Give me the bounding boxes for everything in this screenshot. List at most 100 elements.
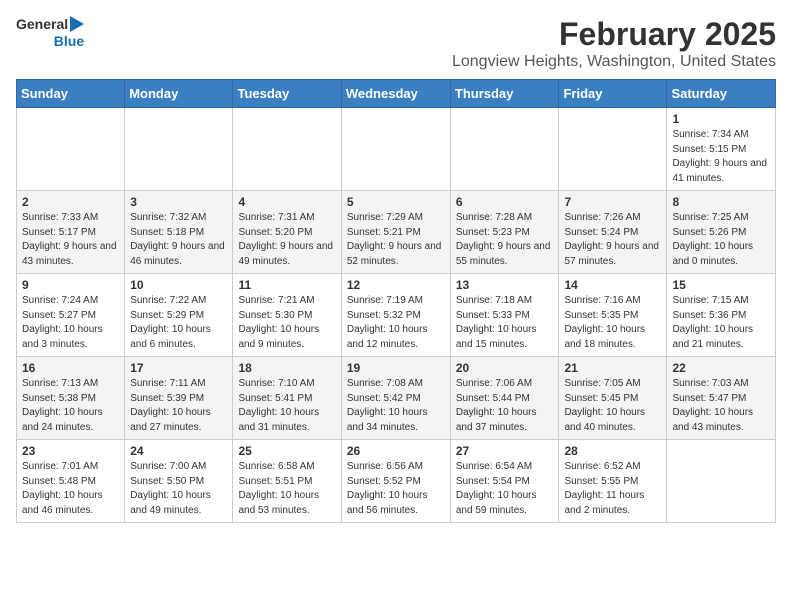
calendar-cell: 9 Sunrise: 7:24 AM Sunset: 5:27 PM Daylig… [17,274,125,357]
day-info: Sunrise: 7:22 AM Sunset: 5:29 PM Dayligh… [130,294,227,352]
calendar-cell: 10 Sunrise: 7:22 AM Sunset: 5:29 PM Dayli… [125,274,233,357]
calendar-cell: 18 Sunrise: 7:10 AM Sunset: 5:41 PM Dayli… [233,357,341,440]
day-info: Sunrise: 7:24 AM Sunset: 5:27 PM Dayligh… [22,294,119,352]
day-info: Sunrise: 6:56 AM Sunset: 5:52 PM Dayligh… [347,460,445,518]
weekday-header-thursday: Thursday [450,80,559,108]
calendar-week-row: 16 Sunrise: 7:13 AM Sunset: 5:38 PM Dayli… [17,357,776,440]
day-info: Sunrise: 7:06 AM Sunset: 5:44 PM Dayligh… [456,377,554,435]
day-number: 26 [347,444,445,458]
calendar-cell: 17Sunrise: 7:11 AM Sunset: 5:39 PM Dayli… [125,357,233,440]
day-info: Sunrise: 7:15 AM Sunset: 5:36 PM Dayligh… [672,294,770,352]
day-info: Sunrise: 7:19 AM Sunset: 5:32 PM Dayligh… [347,294,445,352]
weekday-header-monday: Monday [125,80,233,108]
calendar-week-row: 2 Sunrise: 7:33 AM Sunset: 5:17 PM Daylig… [17,191,776,274]
day-number: 18 [238,361,335,375]
day-info: Sunrise: 7:29 AM Sunset: 5:21 PM Dayligh… [347,211,445,269]
day-number: 21 [564,361,661,375]
day-number: 6 [456,195,554,209]
weekday-header-friday: Friday [559,80,667,108]
calendar-cell: 19 Sunrise: 7:08 AM Sunset: 5:42 PM Dayli… [341,357,450,440]
calendar-cell [17,108,125,191]
day-number: 11 [238,278,335,292]
day-number: 28 [564,444,661,458]
day-number: 19 [347,361,445,375]
logo-text-general: General [16,16,68,33]
day-info: Sunrise: 7:01 AM Sunset: 5:48 PM Dayligh… [22,460,119,518]
calendar-cell: 4 Sunrise: 7:31 AM Sunset: 5:20 PM Daylig… [233,191,341,274]
calendar-cell: 7 Sunrise: 7:26 AM Sunset: 5:24 PM Daylig… [559,191,667,274]
day-info: Sunrise: 6:58 AM Sunset: 5:51 PM Dayligh… [238,460,335,518]
location-subtitle: Longview Heights, Washington, United Sta… [452,53,776,71]
day-info: Sunrise: 7:00 AM Sunset: 5:50 PM Dayligh… [130,460,227,518]
calendar-cell: 2 Sunrise: 7:33 AM Sunset: 5:17 PM Daylig… [17,191,125,274]
day-info: Sunrise: 7:26 AM Sunset: 5:24 PM Dayligh… [564,211,661,269]
day-info: Sunrise: 7:33 AM Sunset: 5:17 PM Dayligh… [22,211,119,269]
day-info: Sunrise: 7:05 AM Sunset: 5:45 PM Dayligh… [564,377,661,435]
calendar-table: SundayMondayTuesdayWednesdayThursdayFrid… [16,79,776,523]
day-number: 12 [347,278,445,292]
day-info: Sunrise: 7:34 AM Sunset: 5:15 PM Dayligh… [672,128,770,186]
calendar-cell: 12 Sunrise: 7:19 AM Sunset: 5:32 PM Dayli… [341,274,450,357]
calendar-cell: 14Sunrise: 7:16 AM Sunset: 5:35 PM Dayli… [559,274,667,357]
weekday-header-tuesday: Tuesday [233,80,341,108]
calendar-cell: 15 Sunrise: 7:15 AM Sunset: 5:36 PM Dayli… [667,274,776,357]
calendar-cell [667,440,776,523]
calendar-cell: 13Sunrise: 7:18 AM Sunset: 5:33 PM Dayli… [450,274,559,357]
calendar-cell: 21 Sunrise: 7:05 AM Sunset: 5:45 PM Dayli… [559,357,667,440]
calendar-cell: 16 Sunrise: 7:13 AM Sunset: 5:38 PM Dayli… [17,357,125,440]
day-info: Sunrise: 7:28 AM Sunset: 5:23 PM Dayligh… [456,211,554,269]
day-number: 7 [564,195,661,209]
calendar-cell: 28 Sunrise: 6:52 AM Sunset: 5:55 PM Dayli… [559,440,667,523]
calendar-header-row: SundayMondayTuesdayWednesdayThursdayFrid… [17,80,776,108]
day-number: 13 [456,278,554,292]
day-info: Sunrise: 7:25 AM Sunset: 5:26 PM Dayligh… [672,211,770,269]
weekday-header-sunday: Sunday [17,80,125,108]
logo-text-blue: Blue [54,33,84,50]
calendar-cell [341,108,450,191]
calendar-cell: 25 Sunrise: 6:58 AM Sunset: 5:51 PM Dayli… [233,440,341,523]
day-info: Sunrise: 7:03 AM Sunset: 5:47 PM Dayligh… [672,377,770,435]
calendar-cell: 11 Sunrise: 7:21 AM Sunset: 5:30 PM Dayli… [233,274,341,357]
day-number: 20 [456,361,554,375]
day-number: 3 [130,195,227,209]
day-number: 14 [564,278,661,292]
day-number: 8 [672,195,770,209]
day-info: Sunrise: 6:52 AM Sunset: 5:55 PM Dayligh… [564,460,661,518]
day-info: Sunrise: 7:08 AM Sunset: 5:42 PM Dayligh… [347,377,445,435]
day-number: 25 [238,444,335,458]
page-header: General Blue February 2025 Longview Heig… [16,16,776,71]
calendar-cell [450,108,559,191]
title-block: February 2025 Longview Heights, Washingt… [452,16,776,71]
day-info: Sunrise: 6:54 AM Sunset: 5:54 PM Dayligh… [456,460,554,518]
calendar-cell: 6 Sunrise: 7:28 AM Sunset: 5:23 PM Daylig… [450,191,559,274]
day-number: 15 [672,278,770,292]
day-number: 24 [130,444,227,458]
day-number: 27 [456,444,554,458]
day-number: 9 [22,278,119,292]
calendar-cell: 3Sunrise: 7:32 AM Sunset: 5:18 PM Daylig… [125,191,233,274]
day-info: Sunrise: 7:13 AM Sunset: 5:38 PM Dayligh… [22,377,119,435]
day-number: 22 [672,361,770,375]
calendar-cell: 22 Sunrise: 7:03 AM Sunset: 5:47 PM Dayli… [667,357,776,440]
day-info: Sunrise: 7:21 AM Sunset: 5:30 PM Dayligh… [238,294,335,352]
calendar-cell [233,108,341,191]
calendar-cell: 8 Sunrise: 7:25 AM Sunset: 5:26 PM Daylig… [667,191,776,274]
logo-arrow-icon [70,16,84,32]
day-number: 5 [347,195,445,209]
calendar-cell: 26 Sunrise: 6:56 AM Sunset: 5:52 PM Dayli… [341,440,450,523]
calendar-week-row: 1Sunrise: 7:34 AM Sunset: 5:15 PM Daylig… [17,108,776,191]
calendar-cell [125,108,233,191]
day-number: 2 [22,195,119,209]
calendar-cell: 24 Sunrise: 7:00 AM Sunset: 5:50 PM Dayli… [125,440,233,523]
day-number: 10 [130,278,227,292]
calendar-week-row: 9 Sunrise: 7:24 AM Sunset: 5:27 PM Daylig… [17,274,776,357]
day-number: 4 [238,195,335,209]
day-info: Sunrise: 7:31 AM Sunset: 5:20 PM Dayligh… [238,211,335,269]
calendar-cell: 27 Sunrise: 6:54 AM Sunset: 5:54 PM Dayli… [450,440,559,523]
logo: General Blue [16,16,84,50]
calendar-cell: 1Sunrise: 7:34 AM Sunset: 5:15 PM Daylig… [667,108,776,191]
month-title: February 2025 [452,16,776,53]
day-number: 16 [22,361,119,375]
day-info: Sunrise: 7:10 AM Sunset: 5:41 PM Dayligh… [238,377,335,435]
calendar-cell: 20 Sunrise: 7:06 AM Sunset: 5:44 PM Dayli… [450,357,559,440]
